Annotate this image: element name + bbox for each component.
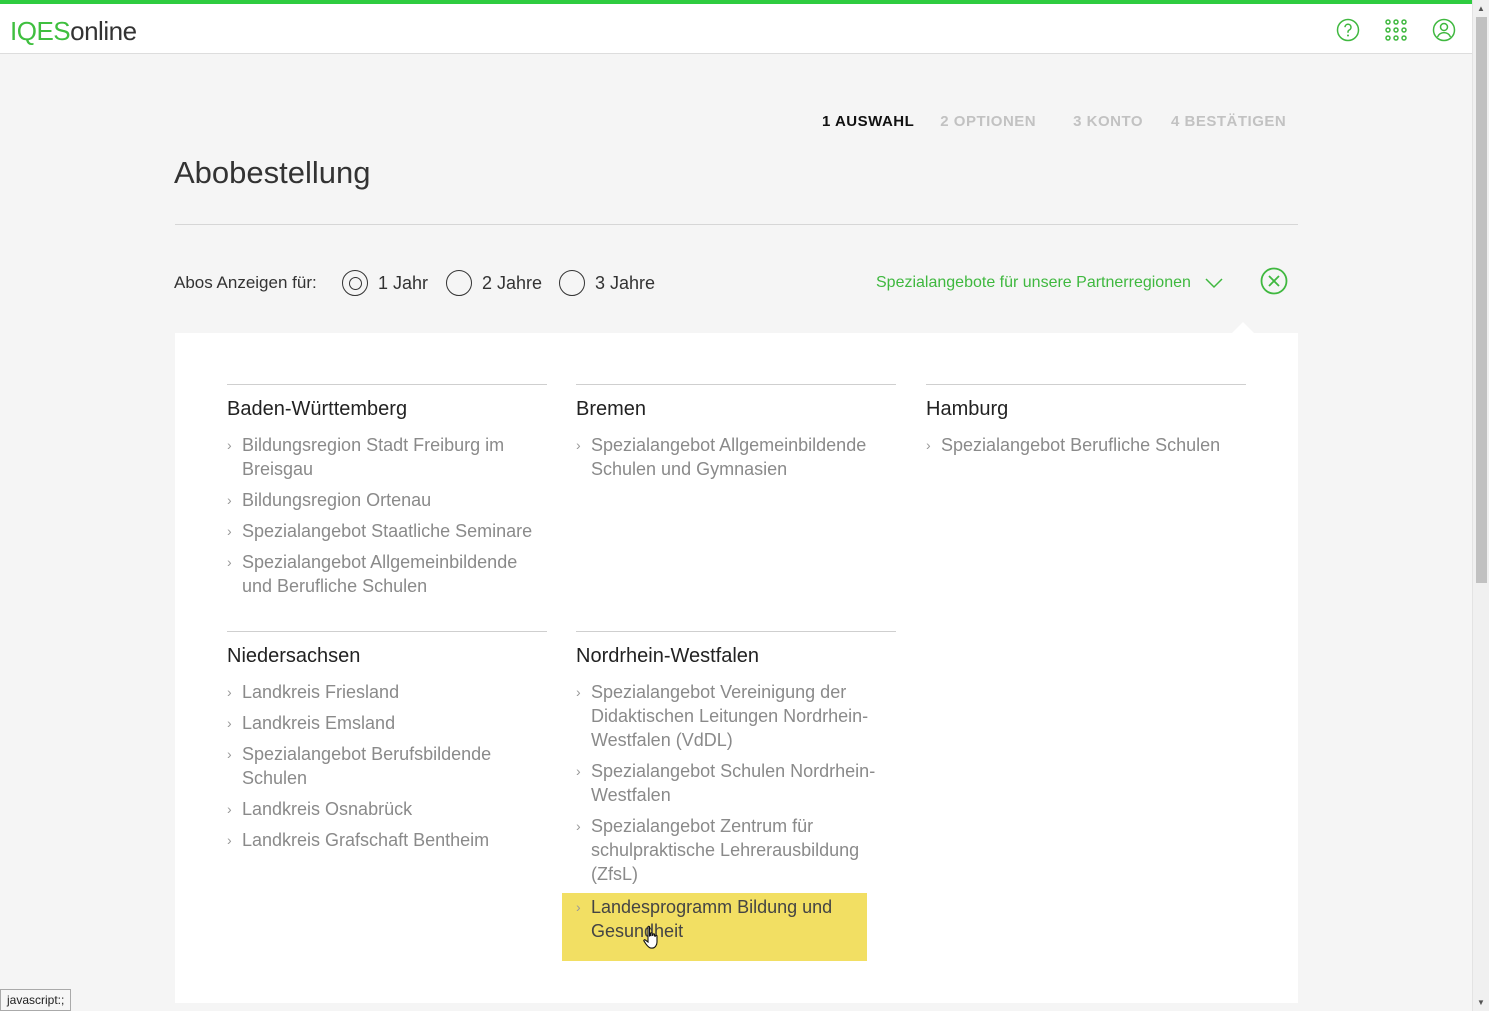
list-item[interactable]: › Bildungsregion Ortenau xyxy=(227,488,547,512)
iqes-online-logo[interactable]: IQESonline xyxy=(10,16,137,47)
chevron-right-icon: › xyxy=(227,492,232,508)
radio-circle[interactable] xyxy=(446,270,472,296)
checkout-steps: 1 AUSWAHL 2 OPTIONEN 3 KONTO 4 BESTÄTIGE… xyxy=(822,113,1312,130)
region-niedersachsen: Niedersachsen › Landkreis Friesland › Land… xyxy=(227,631,547,859)
list-item[interactable]: › Spezialangebot Allgemeinbildende Schule… xyxy=(576,433,896,481)
special-offers-toggle[interactable]: Spezialangebote für unsere Partnerregion… xyxy=(876,274,1223,292)
step-bestaetigen: 4 BESTÄTIGEN xyxy=(1171,113,1287,130)
chevron-right-icon: › xyxy=(576,763,581,779)
chevron-right-icon: › xyxy=(227,554,232,570)
apps-grid-icon[interactable] xyxy=(1384,18,1408,42)
radio-circle[interactable] xyxy=(342,270,368,296)
chevron-right-icon: › xyxy=(926,437,931,453)
list-item[interactable]: › Spezialangebot Allgemeinbildende und Be… xyxy=(227,550,547,598)
list-item[interactable]: › Spezialangebot Berufsbildende Schulen xyxy=(227,742,547,790)
list-item[interactable]: › Spezialangebot Staatliche Seminare xyxy=(227,519,547,543)
region-title: Niedersachsen xyxy=(227,645,361,667)
radio-2-jahre[interactable]: 2 Jahre xyxy=(446,270,542,296)
chevron-down-icon xyxy=(1205,278,1223,289)
chevron-right-icon: › xyxy=(227,437,232,453)
top-icons xyxy=(1336,18,1456,42)
region-nordrhein-westfalen: Nordrhein-Westfalen › Spezialangebot Vere… xyxy=(562,631,896,968)
vertical-scrollbar[interactable]: ▲ ▼ xyxy=(1472,0,1489,1011)
top-navigation-bar: IQESonline xyxy=(0,0,1472,54)
list-item[interactable]: › Spezialangebot Zentrum für schulpraktis… xyxy=(576,814,896,886)
step-auswahl: 1 AUSWAHL xyxy=(822,113,915,130)
list-item[interactable]: › Spezialangebot Vereinigung der Didaktis… xyxy=(576,680,896,752)
list-item[interactable]: › Landkreis Grafschaft Bentheim xyxy=(227,828,547,852)
region-title: Bremen xyxy=(576,398,647,420)
filter-label: Abos Anzeigen für: xyxy=(174,273,317,292)
page-title: Abobestellung xyxy=(174,155,371,190)
panel-notch xyxy=(1232,322,1254,333)
region-bremen: Bremen › Spezialangebot Allgemeinbildende… xyxy=(576,384,896,488)
region-title: Baden-Württemberg xyxy=(227,398,408,420)
hand-cursor-icon xyxy=(643,925,658,949)
region-title: Hamburg xyxy=(926,398,1009,420)
scroll-up-icon[interactable]: ▲ xyxy=(1477,4,1485,13)
subscription-filter: Abos Anzeigen für: 1 Jahr 2 Jahre 3 Jahr… xyxy=(174,266,1298,302)
close-icon[interactable] xyxy=(1260,267,1288,295)
title-divider xyxy=(175,224,1298,225)
step-optionen: 2 OPTIONEN xyxy=(940,113,1037,130)
partner-regions-panel: Baden-Württemberg › Bildungsregion Stadt … xyxy=(175,333,1298,1003)
list-item[interactable]: › Landkreis Friesland xyxy=(227,680,547,704)
radio-circle[interactable] xyxy=(559,270,585,296)
region-title: Nordrhein-Westfalen xyxy=(576,645,760,667)
chevron-right-icon: › xyxy=(227,801,232,817)
radio-1-jahr[interactable]: 1 Jahr xyxy=(342,270,428,296)
scrollbar-thumb[interactable] xyxy=(1476,17,1487,583)
chevron-right-icon: › xyxy=(227,746,232,762)
help-icon[interactable] xyxy=(1336,18,1360,42)
list-item[interactable]: › Landkreis Emsland xyxy=(227,711,547,735)
list-item-highlighted[interactable]: › Landesprogramm Bildung und Gesundheit xyxy=(562,893,867,961)
chevron-right-icon: › xyxy=(576,899,581,915)
chevron-right-icon: › xyxy=(227,523,232,539)
status-bar: javascript:; xyxy=(0,989,72,1011)
user-icon[interactable] xyxy=(1432,18,1456,42)
list-item[interactable]: › Spezialangebot Berufliche Schulen xyxy=(926,433,1246,457)
chevron-right-icon: › xyxy=(227,715,232,731)
scroll-down-icon[interactable]: ▼ xyxy=(1477,998,1485,1007)
chevron-right-icon: › xyxy=(227,832,232,848)
region-baden-wuerttemberg: Baden-Württemberg › Bildungsregion Stadt … xyxy=(227,384,547,605)
list-item[interactable]: › Bildungsregion Stadt Freiburg im Breisg… xyxy=(227,433,547,481)
chevron-right-icon: › xyxy=(227,684,232,700)
chevron-right-icon: › xyxy=(576,818,581,834)
step-konto: 3 KONTO xyxy=(1073,113,1144,130)
radio-3-jahre[interactable]: 3 Jahre xyxy=(559,270,655,296)
region-hamburg: Hamburg › Spezialangebot Berufliche Schul… xyxy=(926,384,1246,464)
list-item[interactable]: › Landkreis Osnabrück xyxy=(227,797,547,821)
list-item[interactable]: › Spezialangebot Schulen Nordrhein-Westfa… xyxy=(576,759,896,807)
chevron-right-icon: › xyxy=(576,437,581,453)
chevron-right-icon: › xyxy=(576,684,581,700)
